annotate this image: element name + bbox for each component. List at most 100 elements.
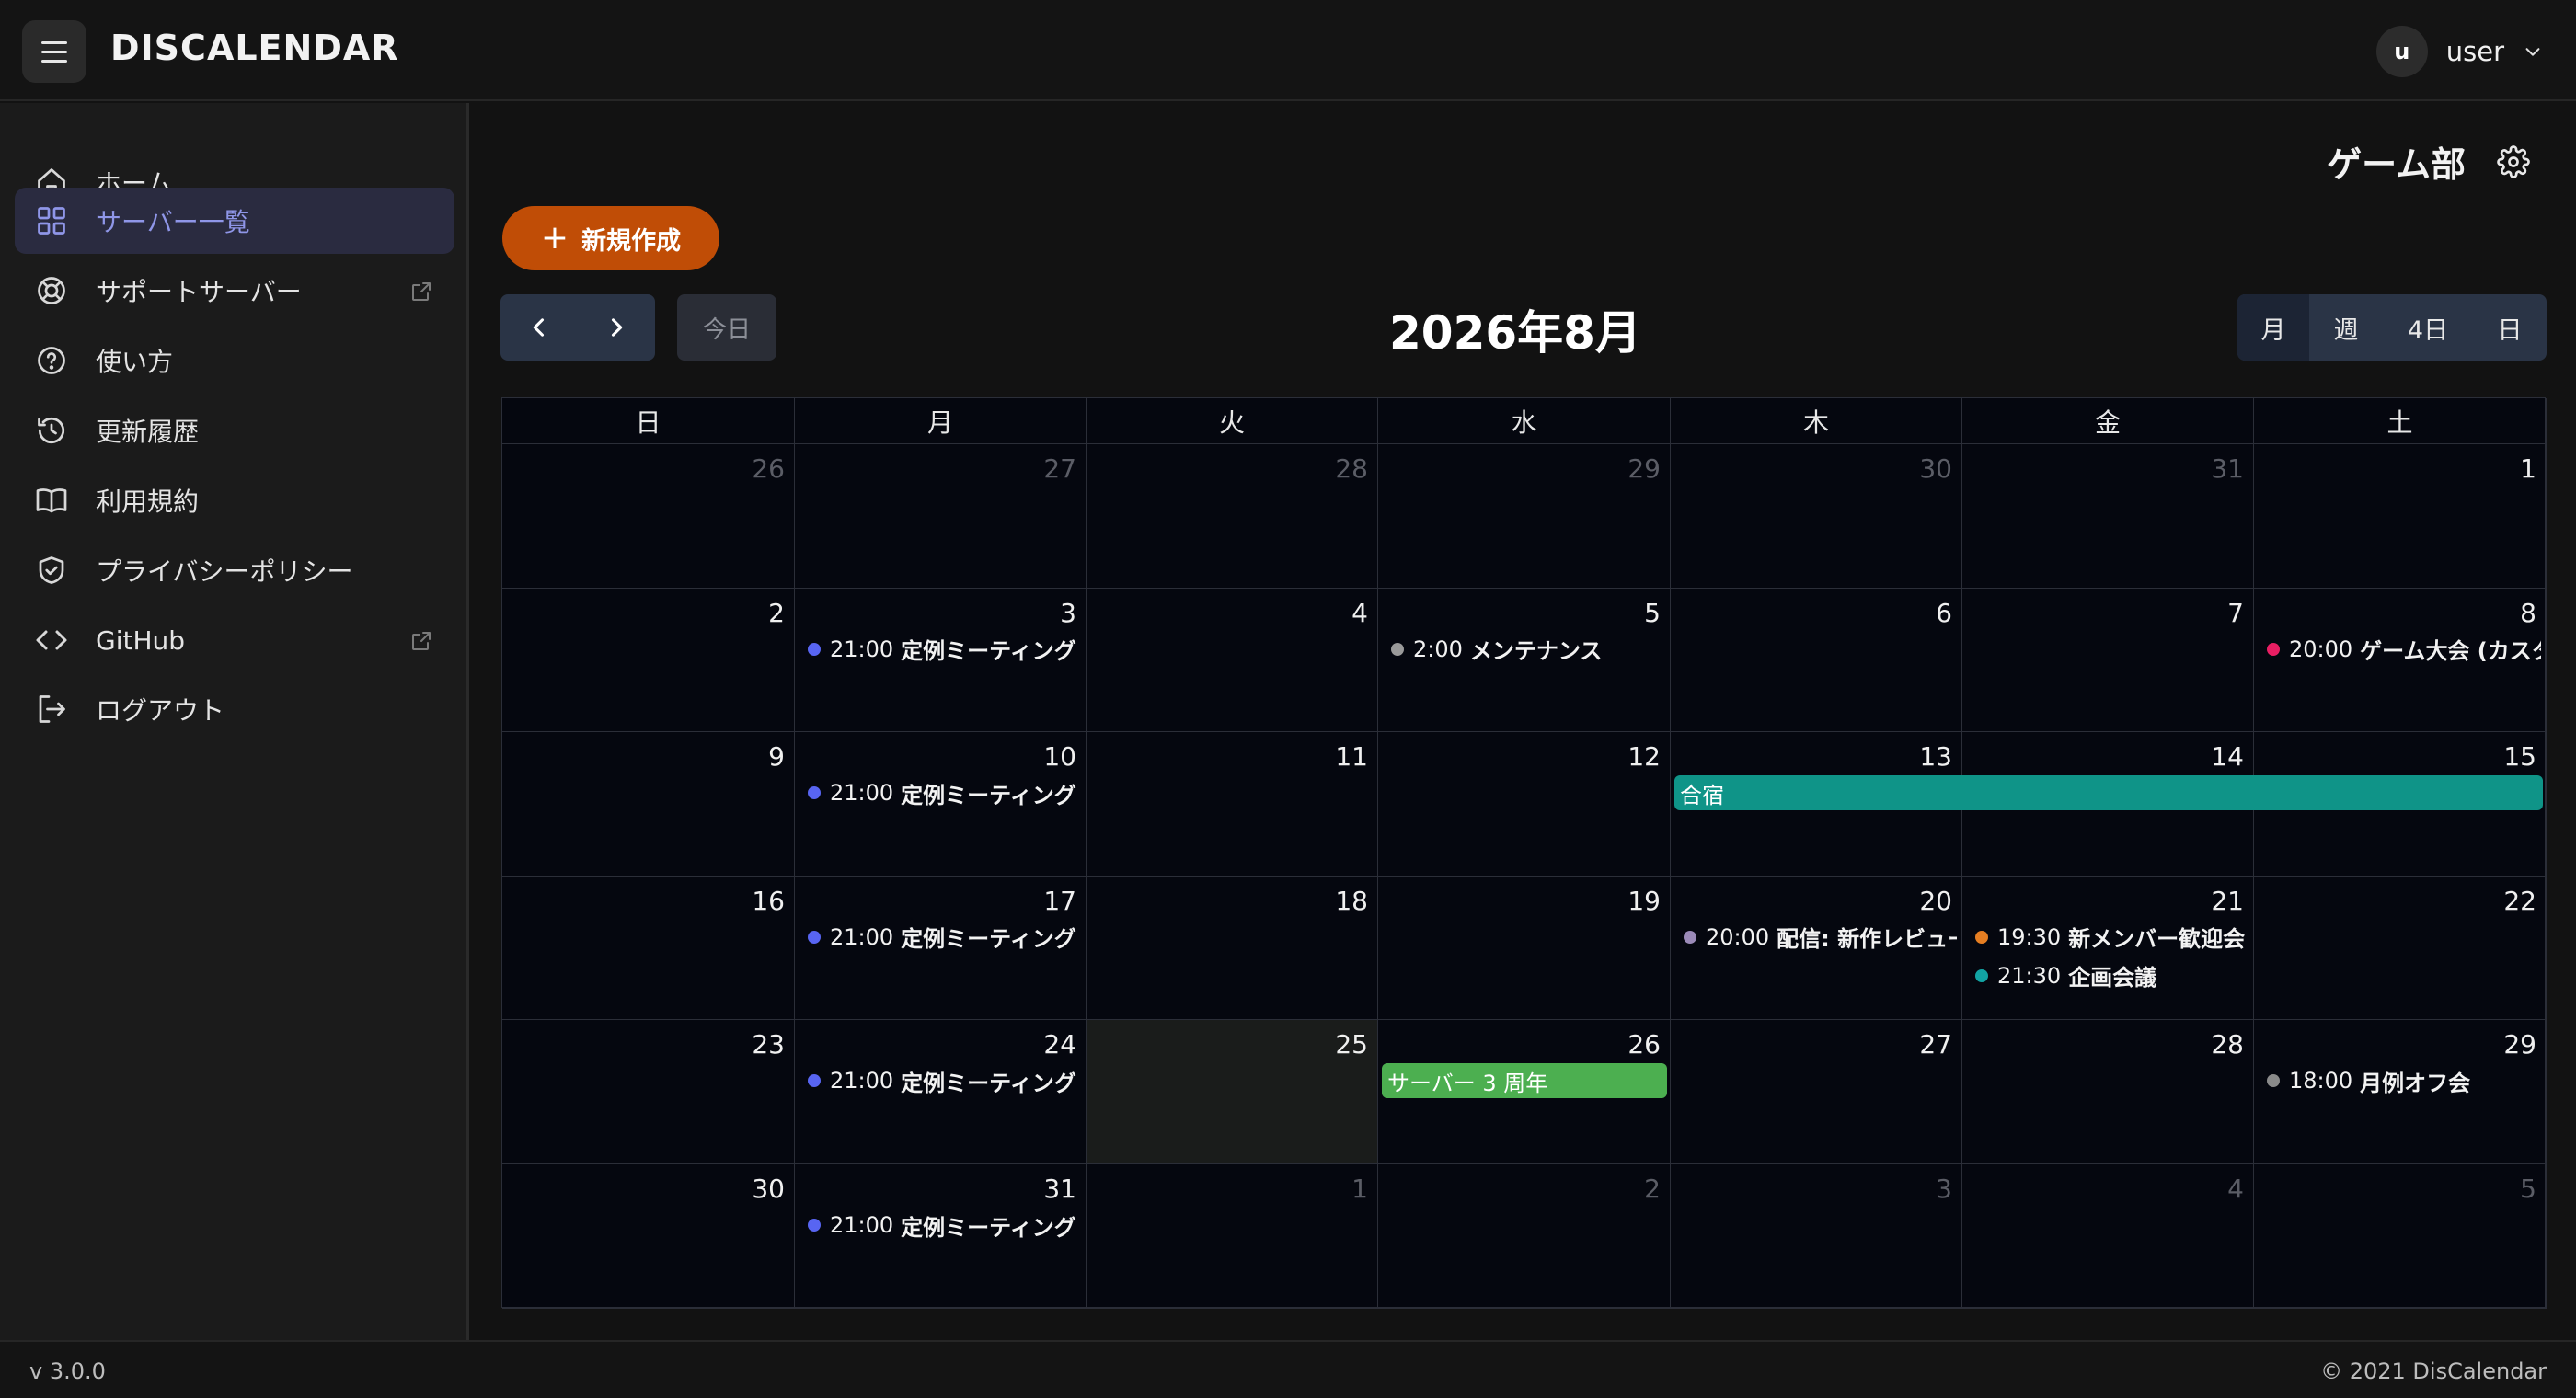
view-4day-button[interactable]: 4日 (2383, 294, 2473, 361)
calendar-event[interactable]: 20:00 ゲーム大会 (カスタ (2267, 633, 2541, 666)
day-number[interactable]: 10 (1043, 741, 1076, 772)
day-cell[interactable]: 23 (502, 1020, 795, 1164)
day-number[interactable]: 15 (2503, 741, 2536, 772)
day-number[interactable]: 27 (1043, 453, 1076, 484)
allday-event[interactable]: 合宿 (1674, 775, 2543, 811)
day-cell[interactable]: 7 (1962, 588, 2254, 733)
day-cell[interactable]: 4 (1962, 1164, 2254, 1309)
day-cell[interactable]: 22 (2254, 876, 2547, 1021)
day-number[interactable]: 17 (1043, 886, 1076, 916)
day-number[interactable]: 3 (1060, 598, 1076, 628)
day-number[interactable]: 27 (1919, 1029, 1952, 1060)
day-number[interactable]: 29 (1627, 453, 1661, 484)
calendar-event[interactable]: 2:00 メンテナンス (1391, 633, 1665, 666)
day-cell[interactable]: 12 (1378, 732, 1671, 877)
day-cell[interactable]: 5 (2254, 1164, 2547, 1309)
view-day-button[interactable]: 日 (2473, 294, 2547, 361)
day-number[interactable]: 14 (2211, 741, 2244, 772)
sidebar-item-privacy[interactable]: プライバシーポリシー (15, 537, 454, 603)
day-cell[interactable]: 2 (1378, 1164, 1671, 1309)
day-number[interactable]: 5 (1644, 598, 1661, 628)
calendar-event[interactable]: 21:00 定例ミーティング (808, 776, 1081, 809)
day-number[interactable]: 7 (2227, 598, 2244, 628)
day-number[interactable]: 24 (1043, 1029, 1076, 1060)
user-menu[interactable]: u user (2375, 25, 2543, 78)
day-cell[interactable]: 16 (502, 876, 795, 1021)
day-number[interactable]: 21 (2211, 886, 2244, 916)
sidebar-item-support-server[interactable]: サポートサーバー (15, 258, 454, 324)
day-number[interactable]: 1 (1351, 1174, 1368, 1204)
day-number[interactable]: 12 (1627, 741, 1661, 772)
day-cell[interactable]: 18 (1087, 876, 1378, 1021)
day-number[interactable]: 30 (1919, 453, 1952, 484)
app-logo[interactable]: DISCALENDAR (110, 28, 399, 68)
calendar-event[interactable]: 20:00 配信: 新作レビュー (1684, 921, 1957, 954)
sidebar-item-logout[interactable]: ログアウト (15, 676, 454, 742)
day-cell[interactable]: 6 (1671, 588, 1962, 733)
calendar-event[interactable]: 19:30 新メンバー歓迎会 (1975, 921, 2248, 954)
sidebar-item-history[interactable]: 更新履歴 (15, 397, 454, 464)
day-cell[interactable]: 27 (795, 444, 1087, 589)
calendar-event[interactable]: 21:00 定例ミーティング (808, 921, 1081, 954)
day-cell[interactable]: 1 (1087, 1164, 1378, 1309)
day-cell[interactable]: 19 (1378, 876, 1671, 1021)
prev-month-button[interactable] (500, 294, 578, 361)
day-cell[interactable]: 27 (1671, 1020, 1962, 1164)
next-month-button[interactable] (578, 294, 655, 361)
view-week-button[interactable]: 週 (2309, 294, 2383, 361)
day-number[interactable]: 2 (1644, 1174, 1661, 1204)
day-number[interactable]: 4 (1351, 598, 1368, 628)
day-number[interactable]: 8 (2520, 598, 2536, 628)
day-number[interactable]: 13 (1919, 741, 1952, 772)
day-cell[interactable]: 30 (502, 1164, 795, 1309)
calendar-event[interactable]: 21:30 企画会議 (1975, 959, 2248, 992)
day-number[interactable]: 29 (2503, 1029, 2536, 1060)
day-number[interactable]: 23 (752, 1029, 785, 1060)
day-number[interactable]: 31 (1043, 1174, 1076, 1204)
day-number[interactable]: 20 (1919, 886, 1952, 916)
calendar-event[interactable]: 21:00 定例ミーティング (808, 1064, 1081, 1097)
view-month-button[interactable]: 月 (2237, 294, 2309, 361)
day-cell[interactable]: 4 (1087, 588, 1378, 733)
day-cell[interactable]: 3 (1671, 1164, 1962, 1309)
day-number[interactable]: 28 (2211, 1029, 2244, 1060)
day-number[interactable]: 26 (752, 453, 785, 484)
day-cell[interactable]: 28 (1962, 1020, 2254, 1164)
day-cell[interactable]: 2 (502, 588, 795, 733)
day-number[interactable]: 11 (1335, 741, 1368, 772)
calendar-event[interactable]: 21:00 定例ミーティング (808, 1209, 1081, 1242)
day-number[interactable]: 30 (752, 1174, 785, 1204)
day-number[interactable]: 26 (1627, 1029, 1661, 1060)
calendar-event[interactable]: 21:00 定例ミーティング (808, 633, 1081, 666)
new-event-button[interactable]: + 新規作成 (502, 206, 719, 270)
menu-button[interactable] (22, 20, 86, 83)
day-number[interactable]: 22 (2503, 886, 2536, 916)
day-number[interactable]: 6 (1936, 598, 1952, 628)
sidebar-item-github[interactable]: GitHub (15, 607, 454, 673)
day-cell[interactable]: 9 (502, 732, 795, 877)
day-number[interactable]: 4 (2227, 1174, 2244, 1204)
day-number[interactable]: 28 (1335, 453, 1368, 484)
day-number[interactable]: 2 (768, 598, 785, 628)
day-number[interactable]: 18 (1335, 886, 1368, 916)
day-cell[interactable]: 1 (2254, 444, 2547, 589)
day-number[interactable]: 9 (768, 741, 785, 772)
day-number[interactable]: 5 (2520, 1174, 2536, 1204)
day-number[interactable]: 16 (752, 886, 785, 916)
sidebar-item-servers[interactable]: サーバー一覧 (15, 188, 454, 254)
gear-icon[interactable] (2497, 145, 2530, 178)
day-number[interactable]: 3 (1936, 1174, 1952, 1204)
sidebar-item-how-to-use[interactable]: 使い方 (15, 327, 454, 394)
day-cell[interactable]: 30 (1671, 444, 1962, 589)
day-number[interactable]: 1 (2520, 453, 2536, 484)
day-cell[interactable]: 31 (1962, 444, 2254, 589)
day-cell[interactable]: 25 (1087, 1020, 1378, 1164)
day-number[interactable]: 19 (1627, 886, 1661, 916)
day-number[interactable]: 25 (1335, 1029, 1368, 1060)
sidebar-item-terms[interactable]: 利用規約 (15, 467, 454, 533)
day-cell[interactable]: 28 (1087, 444, 1378, 589)
calendar-event[interactable]: 18:00 月例オフ会 (2267, 1064, 2541, 1097)
day-number[interactable]: 31 (2211, 453, 2244, 484)
allday-event[interactable]: サーバー 3 周年 (1382, 1063, 1667, 1099)
day-cell[interactable]: 11 (1087, 732, 1378, 877)
